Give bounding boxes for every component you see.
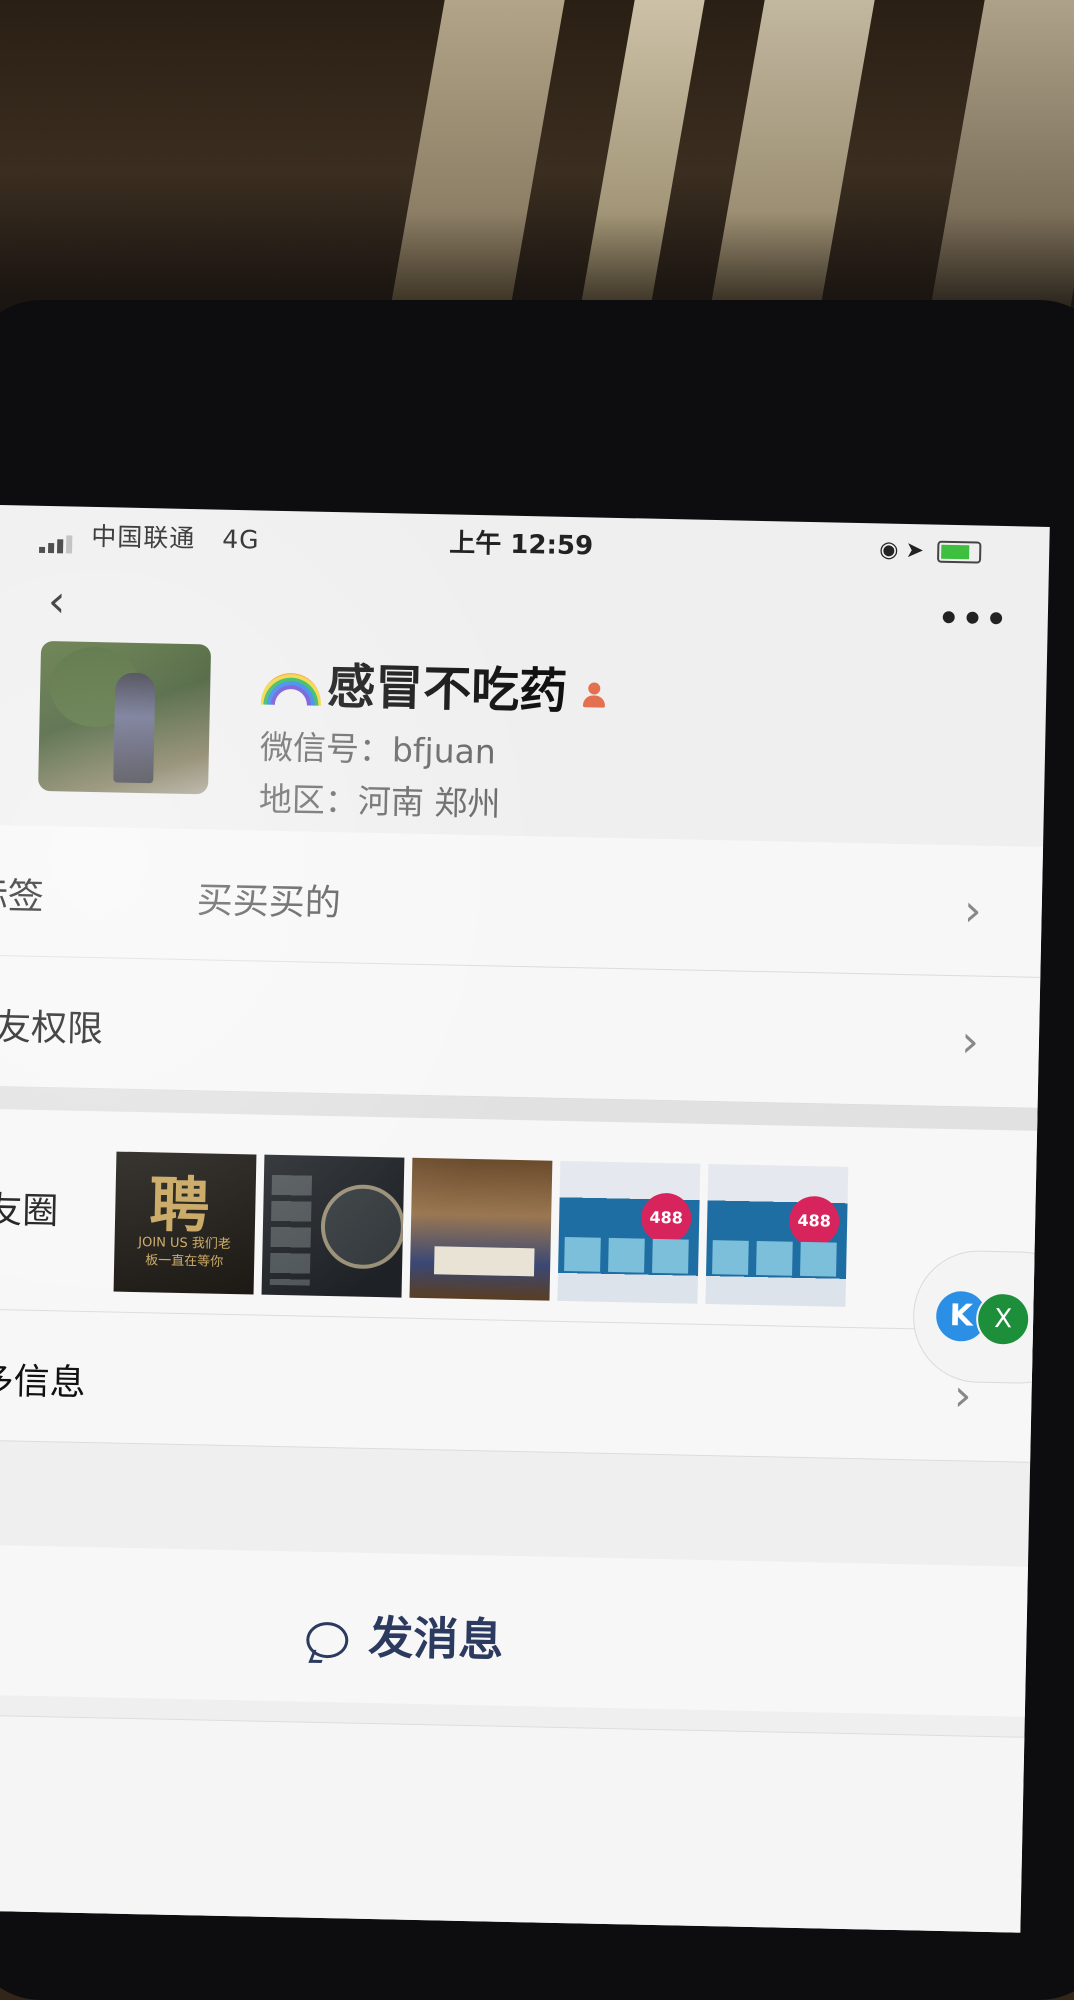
fabric-stripe [578,0,712,320]
back-button[interactable]: ‹ [47,576,66,627]
phone-screen: 中国联通 4G 上午 12:59 ◉ ➤ ‹ ••• 感冒不吃药 微信号：bfj… [0,505,1050,1933]
chat-bubble-icon [305,1621,349,1659]
more-info-row[interactable]: 更多信息 › [0,1308,1033,1463]
signal-icon [39,524,76,554]
chevron-right-icon: › [963,885,983,937]
carrier-name: 中国联通 [91,521,196,554]
status-icons: ◉ ➤ [878,537,982,564]
profile-name: 感冒不吃药 [260,646,608,723]
x-app-icon: X [975,1291,1031,1347]
more-dots-icon: ••• [937,598,1010,641]
fabric-stripe [928,0,1074,320]
tag-value: 买买买的 [196,880,342,925]
wechat-id: 微信号：bfjuan [259,727,497,772]
fabric-stripe [708,0,882,320]
region: 地区：河南 郑州 [258,779,501,824]
carrier-label: 中国联通 4G [91,517,260,557]
moment-thumbnail: 488 [705,1163,849,1307]
moments-label: 朋友圈 [0,1189,59,1233]
moment-thumbnail [409,1157,553,1301]
location-icon: ➤ [905,537,925,564]
moment-thumbnail: 488 [557,1160,701,1304]
battery-icon [936,540,982,564]
fabric-stripe [388,0,572,320]
background-fabric [0,0,1074,330]
permission-label: 朋友权限 [0,1006,104,1051]
friend-permission-row[interactable]: 朋友权限 › [0,955,1041,1109]
tag-row[interactable]: 标签 买买买的 › [0,824,1044,978]
network-type: 4G [221,524,260,555]
moments-row[interactable]: 朋友圈 聘 JOIN US 我们老板一直在等你 488 488 [0,1108,1038,1332]
chevron-right-icon: › [960,1016,980,1068]
profile-name-text: 感冒不吃药 [326,658,568,720]
send-message-button[interactable]: 发消息 [0,1544,1028,1717]
bottom-area [0,1714,1025,1933]
lock-rotation-icon: ◉ [878,537,899,563]
profile-rows: 标签 买买买的 › 朋友权限 › 朋友圈 聘 JOIN US 我们老板一直在等你 [0,824,1044,1463]
moment-thumbnail: 聘 JOIN US 我们老板一直在等你 [113,1151,257,1295]
tag-label: 标签 [0,875,45,918]
more-options-button[interactable]: ••• [937,599,1009,640]
chevron-left-icon: ‹ [47,576,67,628]
more-info-label: 更多信息 [0,1359,87,1404]
status-time: 上午 12:59 [448,528,594,562]
avatar[interactable] [38,640,212,795]
floating-window-bubble[interactable]: K X [911,1249,1050,1385]
moment-thumbnail [261,1154,405,1298]
person-icon [581,682,608,709]
send-message-label: 发消息 [367,1610,504,1667]
rainbow-icon [260,672,322,706]
